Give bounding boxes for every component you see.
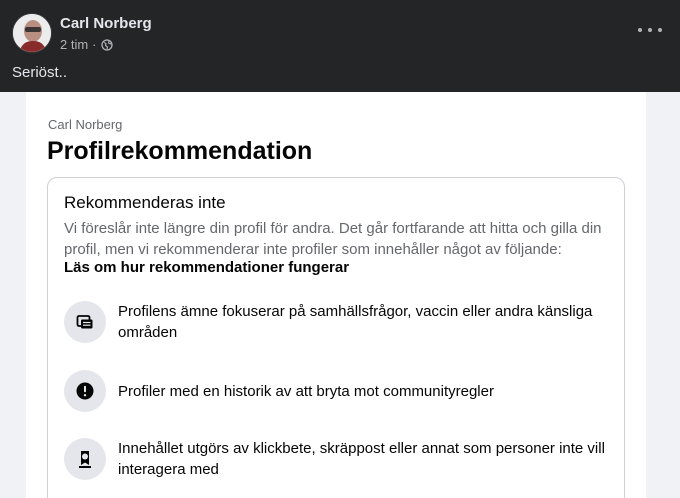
- author-name[interactable]: Carl Norberg: [60, 15, 152, 32]
- avatar[interactable]: [12, 13, 52, 53]
- more-horizontal-icon[interactable]: [638, 20, 662, 40]
- panel-owner: Carl Norberg: [48, 117, 123, 132]
- meta-separator: ·: [92, 37, 97, 52]
- post-time[interactable]: 2 tim: [60, 37, 88, 52]
- reason-item: Profiler med en historik av att bryta mo…: [64, 370, 624, 412]
- post-meta: 2 tim ·: [60, 37, 113, 52]
- globe-icon[interactable]: [100, 38, 113, 51]
- badge-ribbon-icon: [64, 438, 106, 480]
- learn-more-link[interactable]: Läs om hur rekommendationer fungerar: [64, 259, 349, 276]
- reason-item: Innehållet utgörs av klickbete, skräppos…: [64, 438, 624, 480]
- chat-bubbles-icon: [64, 301, 106, 343]
- exclamation-circle-icon: [64, 370, 106, 412]
- reason-text: Profilens ämne fokuserar på samhällsfråg…: [118, 303, 593, 341]
- post-header: Carl Norberg 2 tim · Seriöst..: [0, 0, 680, 92]
- page-title: Profilrekommendation: [47, 137, 313, 165]
- post-text: Seriöst..: [12, 64, 68, 81]
- card-description: Vi föreslår inte längre din profil för a…: [64, 220, 602, 258]
- reason-item: Profilens ämne fokuserar på samhällsfråg…: [64, 301, 624, 343]
- reason-text: Profiler med en historik av att bryta mo…: [118, 382, 494, 400]
- reason-text: Innehållet utgörs av klickbete, skräppos…: [118, 440, 605, 478]
- card-heading: Rekommenderas inte: [64, 193, 226, 212]
